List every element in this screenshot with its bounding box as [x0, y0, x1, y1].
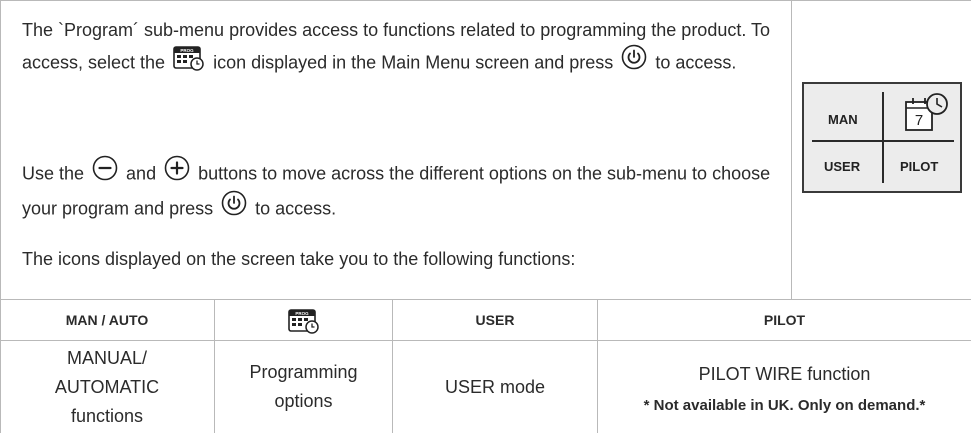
table-header-pilot: PILOT: [763, 312, 806, 328]
p1-text-middle: icon displayed in the Main Menu screen a…: [208, 52, 619, 73]
table-cell-man-auto: MANUAL/ AUTOMATIC functions: [0, 341, 214, 433]
table-header-program-icon: PROG: [215, 300, 392, 340]
menu-screen-panel: MAN USER PILOT 7: [802, 82, 962, 193]
p1-text-end: to access.: [650, 52, 737, 73]
man-auto-description: MANUAL/ AUTOMATIC functions: [54, 347, 160, 426]
program-description: Programming options: [249, 362, 358, 411]
svg-text:PROG: PROG: [295, 311, 309, 316]
table-cell-program: Programming options: [215, 341, 392, 433]
minus-icon: [89, 155, 121, 190]
table-cell-pilot: PILOT WIRE function * Not available in U…: [598, 341, 971, 433]
panel-label-user: USER: [824, 159, 861, 174]
intro-paragraph-3: The icons displayed on the screen take y…: [22, 249, 576, 269]
table-cell-user: USER mode: [444, 376, 546, 397]
table-header-man-auto: MAN / AUTO: [65, 312, 149, 328]
plus-icon: [161, 155, 193, 190]
prog-calendar-icon: PROG: [170, 43, 208, 80]
p2-text-end: to access.: [250, 198, 337, 219]
calendar-day-number: 7: [915, 112, 923, 129]
svg-text:PROG: PROG: [180, 48, 194, 53]
table-header-user: USER: [475, 312, 515, 328]
frame-top-border: [0, 0, 971, 1]
panel-label-pilot: PILOT: [900, 159, 939, 174]
pilot-availability-note: * Not available in UK. Only on demand.*: [643, 396, 926, 414]
p2-text-and: and: [121, 163, 162, 184]
intro-panel-divider: [791, 0, 792, 300]
panel-label-man: MAN: [828, 112, 858, 127]
panel-vertical-divider: [882, 92, 884, 183]
prog-calendar-icon: PROG: [287, 309, 319, 334]
power-icon: [218, 190, 250, 225]
panel-horizontal-divider: [812, 140, 954, 142]
power-icon: [618, 44, 650, 79]
intro-paragraph-1: The `Program´ sub-menu provides access t…: [22, 16, 782, 82]
calendar-clock-icon: 7: [905, 93, 948, 131]
intro-paragraph-2: Use the and buttons to move across the d…: [22, 155, 782, 227]
p2-text-start: Use the: [22, 163, 90, 184]
pilot-description: PILOT WIRE function: [698, 363, 871, 384]
